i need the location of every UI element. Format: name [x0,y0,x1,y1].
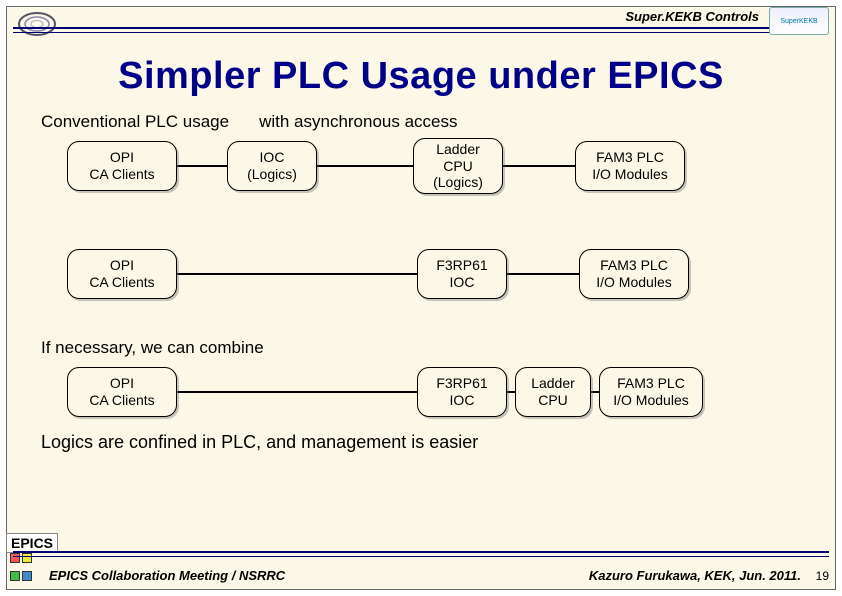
kek-logo-icon [15,9,59,39]
connector [177,165,227,167]
header: Super.KEKB Controls SuperKEKB [7,7,835,37]
box-fam3-io-1: FAM3 PLC I/O Modules [575,141,685,191]
box-f3rp61-ioc-2: F3RP61 IOC [417,367,507,417]
box-ladder-cpu-logics: Ladder CPU (Logics) [413,138,503,194]
superkekb-logo-icon: SuperKEKB [769,7,829,35]
box-ioc-logics: IOC (Logics) [227,141,317,191]
box-f3rp61-ioc-1: F3RP61 IOC [417,249,507,299]
footer-rule-thick [13,551,829,553]
content-area: Conventional PLC usage with asynchronous… [7,98,835,453]
header-rule-thick [13,27,829,29]
epics-badge: EPICS [6,533,58,553]
connector [591,391,599,393]
section2-heading: If necessary, we can combine [41,338,801,358]
header-lab-label: Super.KEKB Controls [625,9,759,24]
connector [503,165,575,167]
box-fam3-io-2: FAM3 PLC I/O Modules [579,249,689,299]
diagram-row-2: OPI CA Clients F3RP61 IOC FAM3 PLC I/O M… [41,244,801,304]
box-opi-clients-3: OPI CA Clients [67,367,177,417]
section1-sub: with asynchronous access [259,112,457,132]
summary-text: Logics are confined in PLC, and manageme… [41,432,801,453]
footer-author: Kazuro Furukawa, KEK, Jun. 2011. [589,568,801,583]
connector [507,273,579,275]
slide-title: Simpler PLC Usage under EPICS [7,55,835,98]
connector [177,391,417,393]
box-ladder-cpu: Ladder CPU [515,367,591,417]
box-opi-clients-1: OPI CA Clients [67,141,177,191]
footer: EPICS EPICS Collaboration Meeting / NSRR… [7,551,835,589]
header-rule-thin [13,32,829,33]
footer-page-number: 19 [816,569,829,583]
connector [177,273,417,275]
diagram-row-1: OPI CA Clients IOC (Logics) Ladder CPU (… [41,136,801,196]
slide: Super.KEKB Controls SuperKEKB Simpler PL… [6,6,836,590]
diagram-row-3: OPI CA Clients F3RP61 IOC Ladder CPU FAM… [41,362,801,422]
connector [507,391,515,393]
box-opi-clients-2: OPI CA Clients [67,249,177,299]
section1-heading: Conventional PLC usage [41,112,229,132]
footer-meeting: EPICS Collaboration Meeting / NSRRC [49,568,285,583]
connector [317,165,413,167]
footer-rule-thin [13,556,829,557]
box-fam3-io-3: FAM3 PLC I/O Modules [599,367,703,417]
